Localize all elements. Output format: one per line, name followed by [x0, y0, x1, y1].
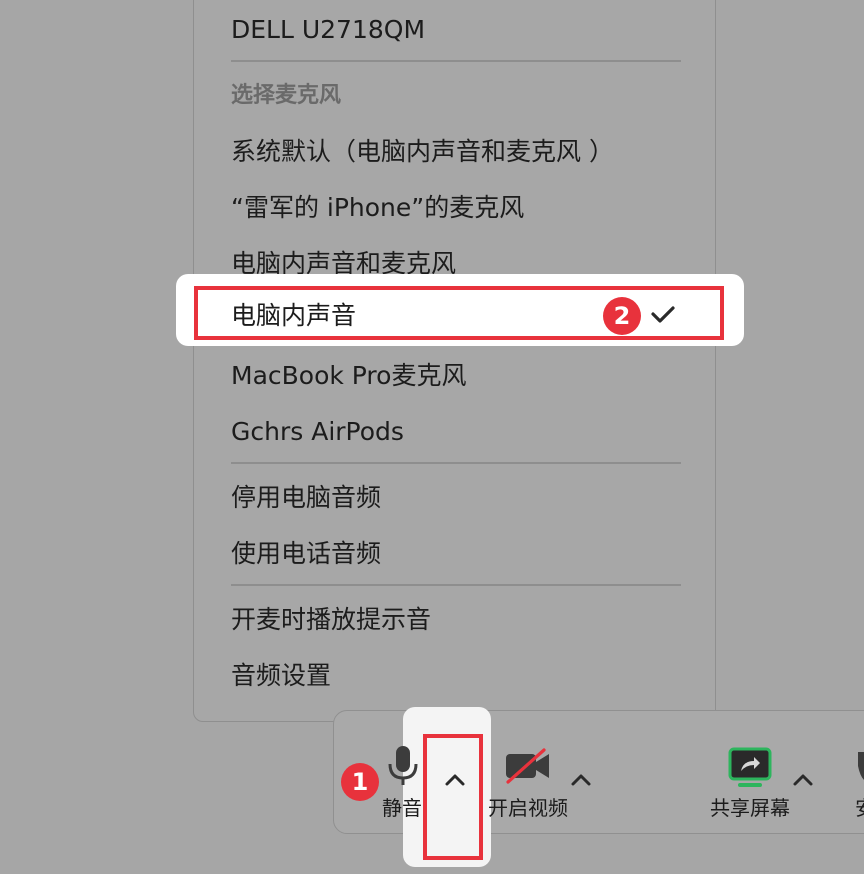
- menu-item-mic-macbook[interactable]: MacBook Pro麦克风: [231, 363, 466, 388]
- step-1-badge: 1: [341, 763, 379, 801]
- menu-separator: [231, 462, 681, 464]
- partial-toolbar-label[interactable]: 安: [855, 798, 864, 818]
- caret-annotation-box: [423, 734, 483, 860]
- selected-item-annotation-box: [194, 286, 724, 340]
- share-screen-icon[interactable]: [728, 747, 772, 789]
- video-off-icon[interactable]: [504, 748, 552, 784]
- menu-item-play-sound-on-unmute[interactable]: 开麦时播放提示音: [231, 607, 431, 632]
- microphone-icon[interactable]: [385, 744, 421, 788]
- menu-separator: [231, 60, 681, 62]
- menu-item-mic-default[interactable]: 系统默认（电脑内声音和麦克风 ）: [231, 139, 614, 164]
- menu-item-disable-computer-audio[interactable]: 停用电脑音频: [231, 485, 381, 510]
- menu-item-use-phone-audio[interactable]: 使用电话音频: [231, 541, 381, 566]
- share-screen-label[interactable]: 共享屏幕: [710, 798, 790, 818]
- menu-item-mic-computer-and-mic[interactable]: 电脑内声音和麦克风: [231, 251, 456, 276]
- mic-section-header: 选择麦克风: [231, 83, 342, 108]
- mute-label[interactable]: 静音: [382, 798, 422, 818]
- share-options-chevron-up-icon[interactable]: [791, 772, 815, 788]
- security-icon[interactable]: [856, 750, 864, 782]
- audio-menu: DELL U2718QM 选择麦克风 系统默认（电脑内声音和麦克风 ） “雷军的…: [193, 0, 716, 722]
- menu-item-audio-settings[interactable]: 音频设置: [231, 663, 331, 688]
- video-options-chevron-up-icon[interactable]: [569, 772, 593, 788]
- menu-item-mic-airpods[interactable]: Gchrs AirPods: [231, 419, 404, 444]
- menu-item-mic-iphone[interactable]: “雷军的 iPhone”的麦克风: [231, 195, 524, 220]
- menu-separator: [231, 584, 681, 586]
- video-label[interactable]: 开启视频: [488, 798, 568, 818]
- menu-item-speaker[interactable]: DELL U2718QM: [231, 17, 425, 42]
